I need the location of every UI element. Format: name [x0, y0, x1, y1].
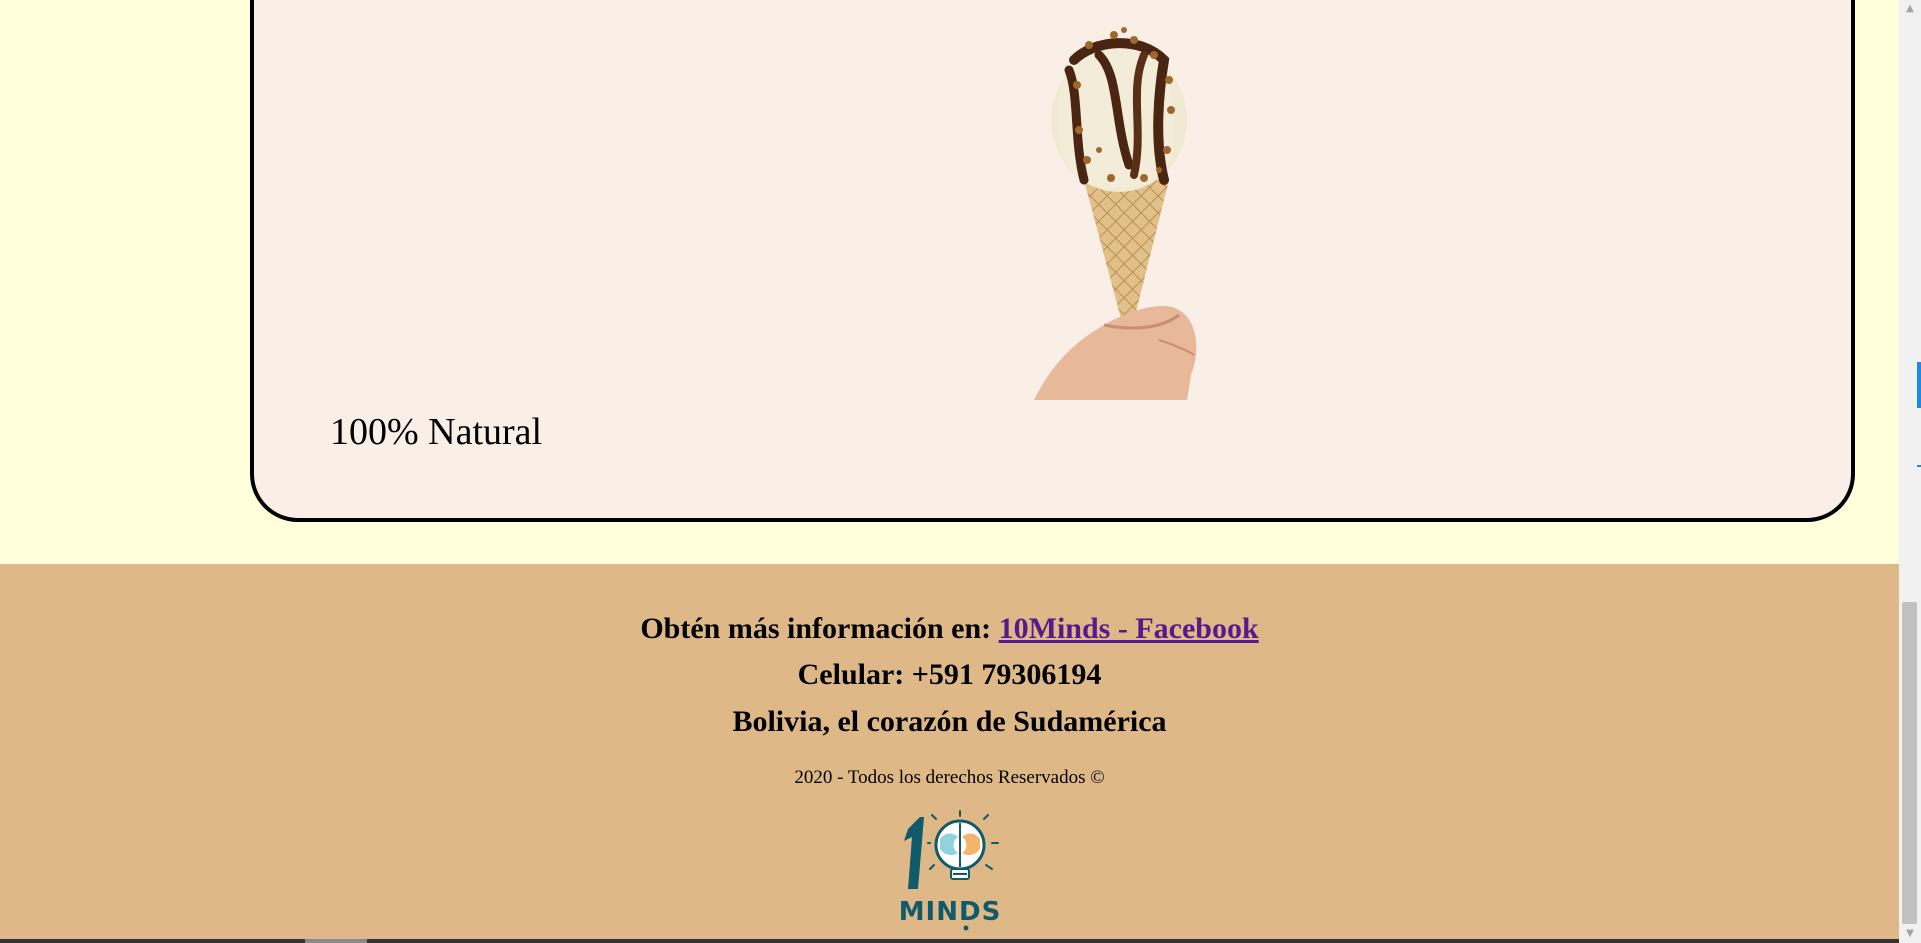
- copyright-text: 2020 - Todos los derechos Reservados ©: [794, 767, 1105, 788]
- edge-highlight-small: [1917, 465, 1921, 467]
- arrow-down-icon[interactable]: ▼: [1899, 925, 1921, 943]
- product-caption: 100% Natural: [330, 411, 543, 453]
- edge-highlight: [1917, 362, 1921, 408]
- tagline: Bolivia, el corazón de Sudamérica: [732, 705, 1167, 738]
- info-prefix: Obtén más información en:: [640, 612, 992, 645]
- ice-cream-cone-image: [1034, 27, 1197, 400]
- bottom-window-edge: [0, 939, 1899, 943]
- phone-line: Celular: +591 79306194: [797, 658, 1102, 691]
- svg-text:MINDS: MINDS: [899, 897, 1002, 927]
- arrow-up-icon[interactable]: ▲: [1899, 0, 1921, 18]
- 10minds-logo: MINDS: [899, 810, 1002, 931]
- scrollbar-thumb[interactable]: [1902, 602, 1917, 924]
- page-viewport: 100% Natural Obtén más información en: 1…: [0, 0, 1899, 943]
- product-card: 100% Natural: [250, 0, 1855, 522]
- site-footer: Obtén más información en: 10Minds - Face…: [0, 564, 1899, 943]
- vertical-scrollbar[interactable]: ▲ ▼: [1899, 0, 1921, 943]
- info-line: Obtén más información en: 10Minds - Face…: [0, 612, 1899, 646]
- horizontal-scroll-indicator[interactable]: [305, 939, 367, 943]
- facebook-link[interactable]: 10Minds - Facebook: [999, 612, 1259, 645]
